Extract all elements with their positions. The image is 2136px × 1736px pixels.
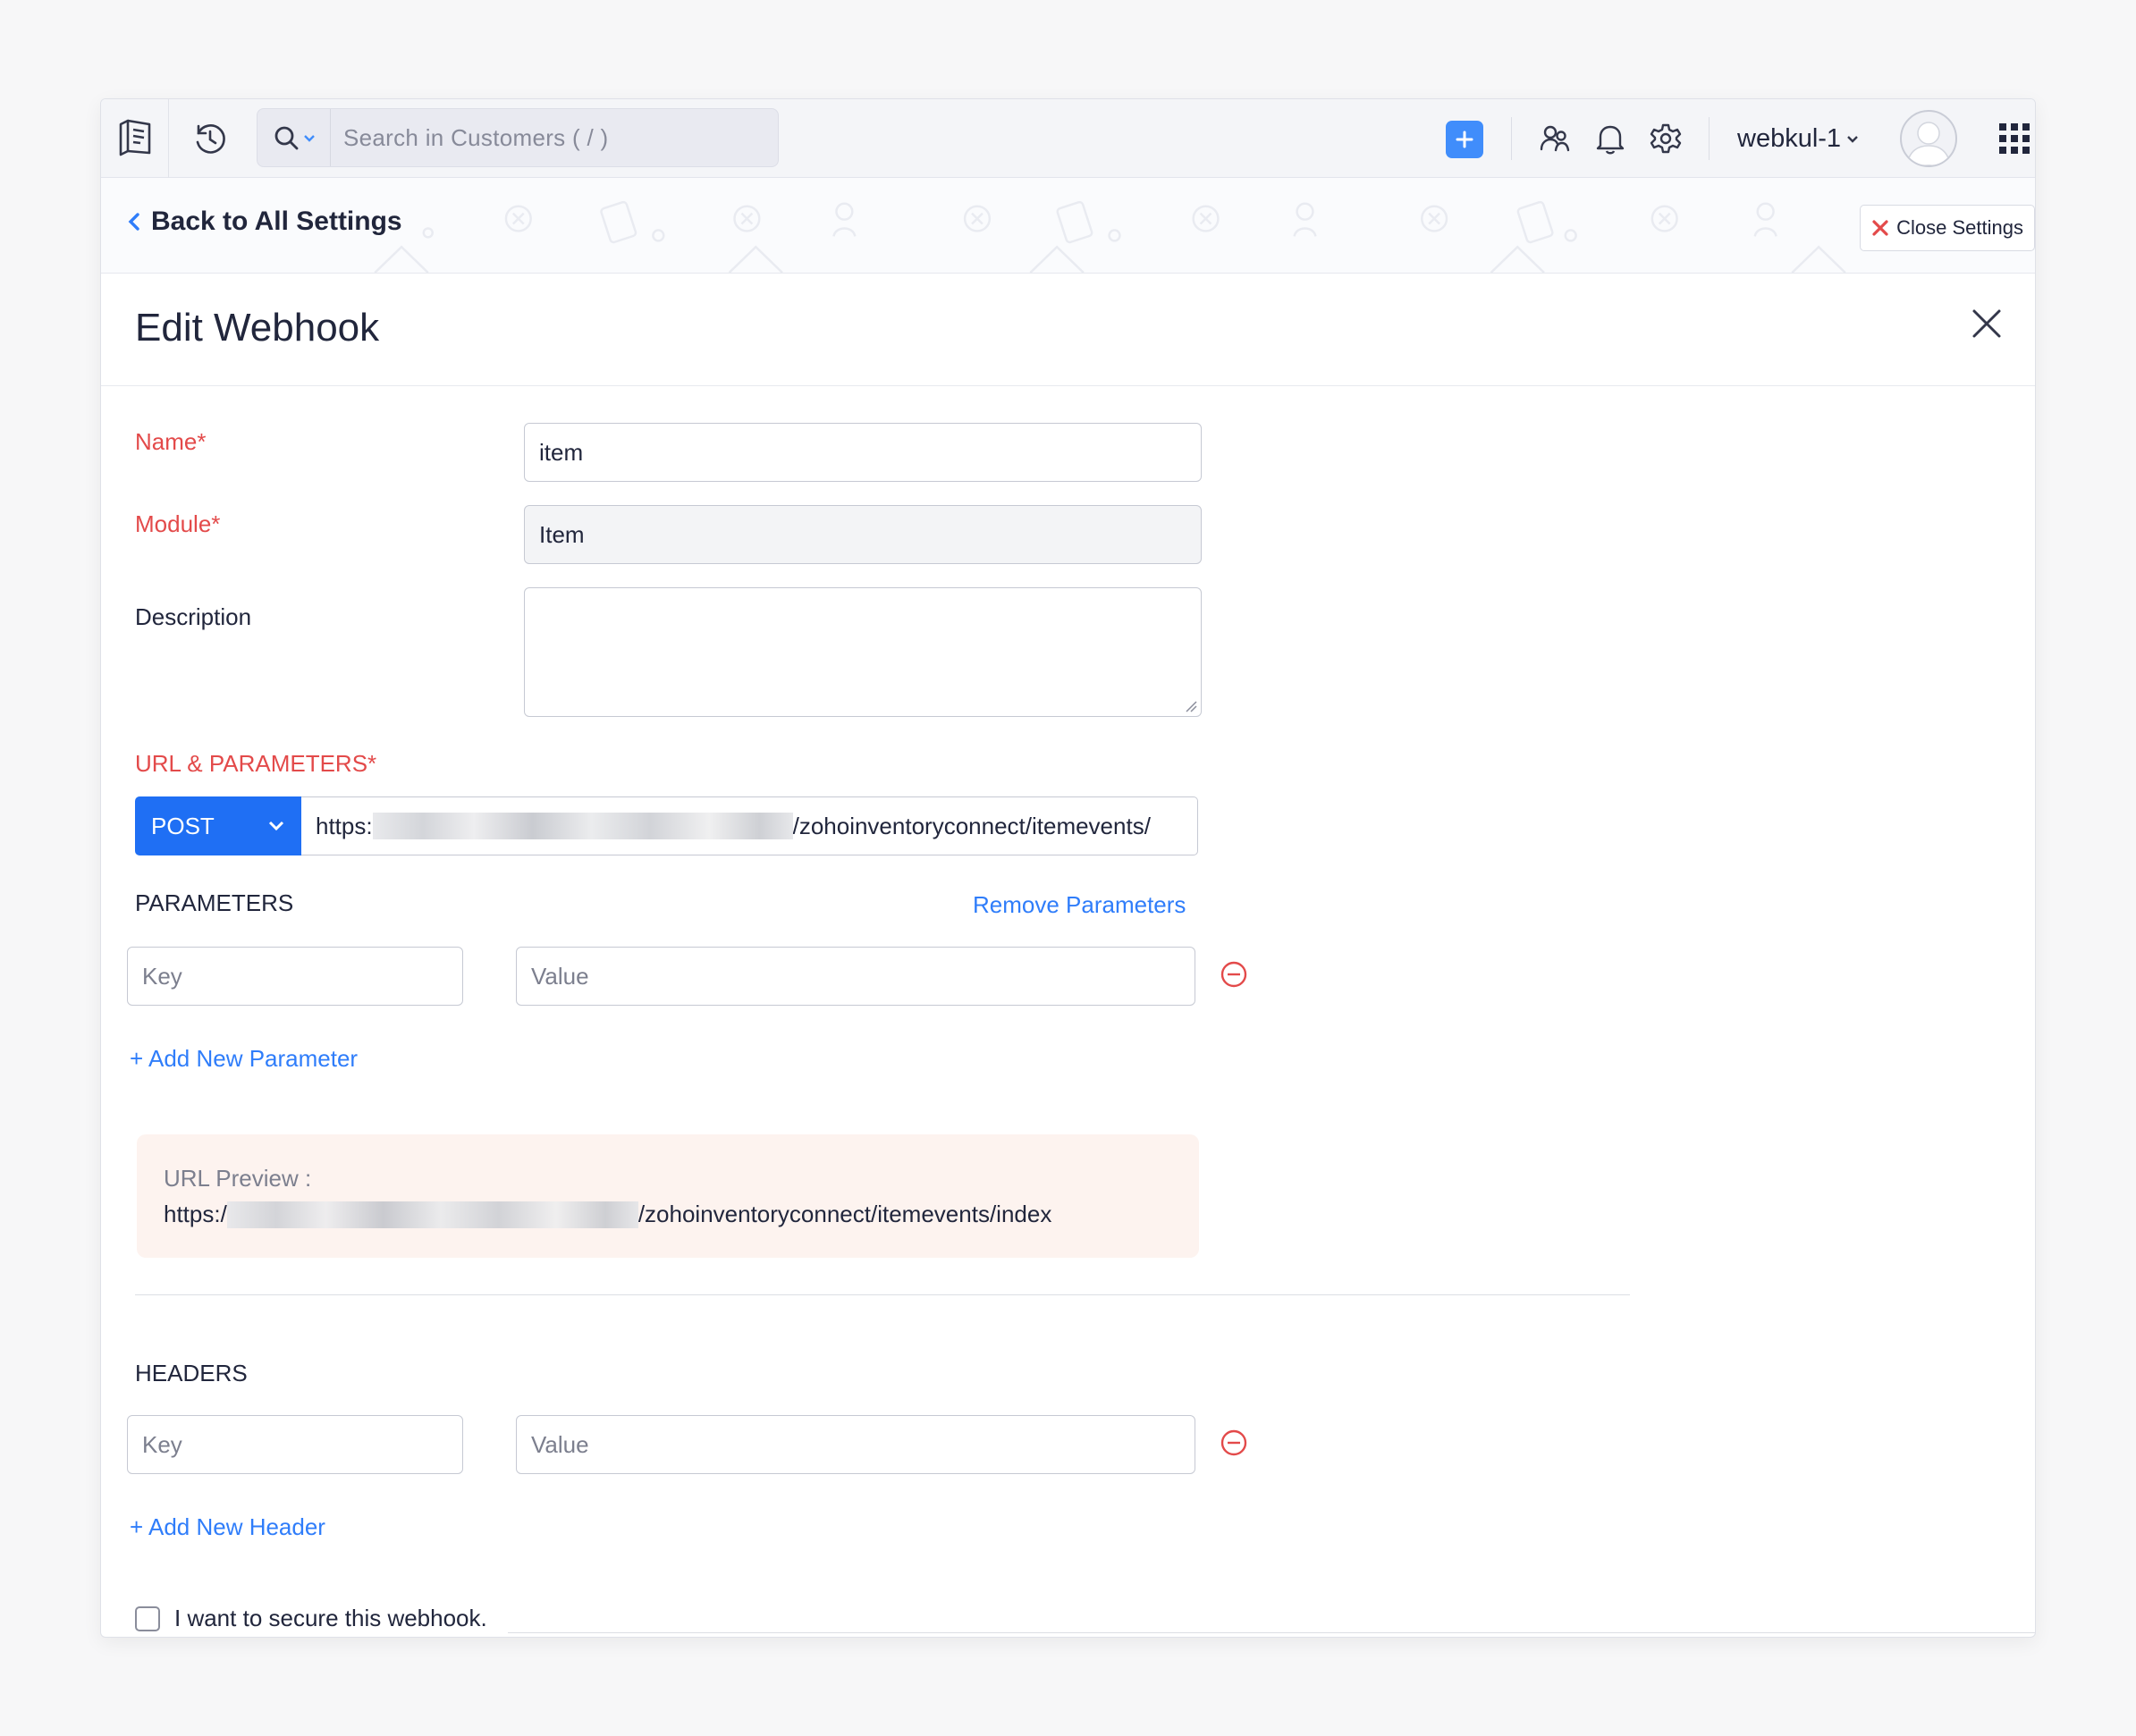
remove-header-icon[interactable]	[1219, 1428, 1249, 1458]
back-to-settings-link[interactable]: Back to All Settings	[128, 206, 402, 237]
toolbar-divider	[1511, 117, 1512, 160]
history-icon	[196, 124, 225, 154]
redacted-url-segment	[226, 1201, 638, 1228]
search-input[interactable]: Search in Customers ( / )	[331, 124, 608, 152]
url-suffix: /zohoinventoryconnect/itemevents/	[792, 812, 1151, 839]
url-parameters-label: URL & PARAMETERS*	[135, 750, 377, 777]
app-logo-icon	[119, 119, 150, 156]
apps-grid-icon	[1999, 123, 2030, 154]
module-label: Module*	[135, 510, 221, 537]
url-preview-label: URL Preview :	[164, 1165, 312, 1192]
parameters-heading: PARAMETERS	[135, 889, 294, 916]
settings-header: Back to All Settings Close Settings	[101, 178, 2035, 274]
close-settings-button[interactable]: Close Settings	[1860, 205, 2035, 251]
footer-divider	[508, 1632, 2035, 1633]
contacts-button[interactable]	[1535, 119, 1575, 158]
header-key-input[interactable]: Key	[127, 1415, 463, 1474]
recent-history-button[interactable]	[190, 119, 230, 158]
quick-create-button[interactable]	[1446, 121, 1483, 158]
organization-switcher[interactable]: webkul-1	[1737, 119, 1859, 158]
top-bar: Search in Customers ( / ) webkul-1	[101, 99, 2035, 178]
url-field[interactable]: https: /zohoinventoryconnect/itemevents/	[301, 796, 1198, 855]
secure-webhook-checkbox[interactable]	[135, 1606, 160, 1631]
redacted-url-segment	[372, 813, 793, 839]
close-form-button[interactable]	[1963, 300, 2010, 347]
plus-icon	[1456, 131, 1473, 148]
toolbar-divider	[1709, 117, 1710, 160]
page-title: Edit Webhook	[135, 306, 380, 350]
chevron-down-icon	[1847, 136, 1858, 143]
url-preview-prefix: https:/	[164, 1201, 227, 1227]
gear-icon	[1650, 123, 1682, 154]
bell-icon	[1596, 125, 1625, 155]
url-preview-box: URL Preview : https:/ /zohoinventoryconn…	[137, 1134, 1199, 1258]
resize-handle-icon[interactable]	[1185, 700, 1197, 712]
close-icon	[1972, 309, 2001, 338]
secure-webhook-label[interactable]: I want to secure this webhook.	[174, 1605, 487, 1632]
add-header-link[interactable]: + Add New Header	[130, 1513, 325, 1541]
remove-parameter-icon[interactable]	[1219, 959, 1249, 990]
search-bar[interactable]: Search in Customers ( / )	[257, 108, 779, 167]
name-label: Name*	[135, 428, 207, 455]
search-icon	[274, 126, 298, 150]
url-preview-suffix: /zohoinventoryconnect/itemevents/index	[637, 1201, 1052, 1227]
description-label: Description	[135, 603, 252, 630]
close-icon	[1872, 220, 1888, 236]
organization-name: webkul-1	[1737, 123, 1842, 153]
app-window: Search in Customers ( / ) webkul-1 Back …	[100, 98, 2036, 1638]
parameter-key-input[interactable]: Key	[127, 947, 463, 1006]
http-method-value: POST	[151, 812, 215, 839]
header-value-input[interactable]: Value	[516, 1415, 1195, 1474]
user-avatar-icon	[1906, 122, 1951, 165]
section-divider	[135, 1294, 1630, 1295]
close-settings-label: Close Settings	[1896, 216, 2023, 239]
chevron-down-icon	[303, 135, 315, 142]
headers-heading: HEADERS	[135, 1360, 248, 1386]
name-field[interactable]: item	[524, 423, 1202, 482]
remove-parameters-link[interactable]: Remove Parameters	[973, 891, 1186, 919]
url-preview-value: https:/ /zohoinventoryconnect/itemevents…	[164, 1201, 1051, 1228]
search-scope-toggle[interactable]	[258, 109, 331, 166]
notifications-button[interactable]	[1591, 119, 1630, 158]
avatar[interactable]	[1900, 110, 1957, 167]
url-prefix: https:	[316, 812, 373, 839]
chevron-down-icon	[268, 821, 284, 831]
module-field[interactable]: Item	[524, 505, 1202, 564]
contacts-icon	[1540, 125, 1570, 152]
app-logo[interactable]	[101, 99, 169, 178]
add-parameter-link[interactable]: + Add New Parameter	[130, 1045, 358, 1073]
settings-button[interactable]	[1646, 119, 1685, 158]
parameter-value-input[interactable]: Value	[516, 947, 1195, 1006]
chevron-left-icon	[128, 213, 139, 231]
back-link-label: Back to All Settings	[151, 206, 402, 236]
description-field[interactable]	[524, 587, 1202, 717]
apps-grid-button[interactable]	[1997, 121, 2032, 156]
http-method-select[interactable]: POST	[135, 796, 301, 855]
edit-webhook-header: Edit Webhook	[101, 274, 2035, 386]
